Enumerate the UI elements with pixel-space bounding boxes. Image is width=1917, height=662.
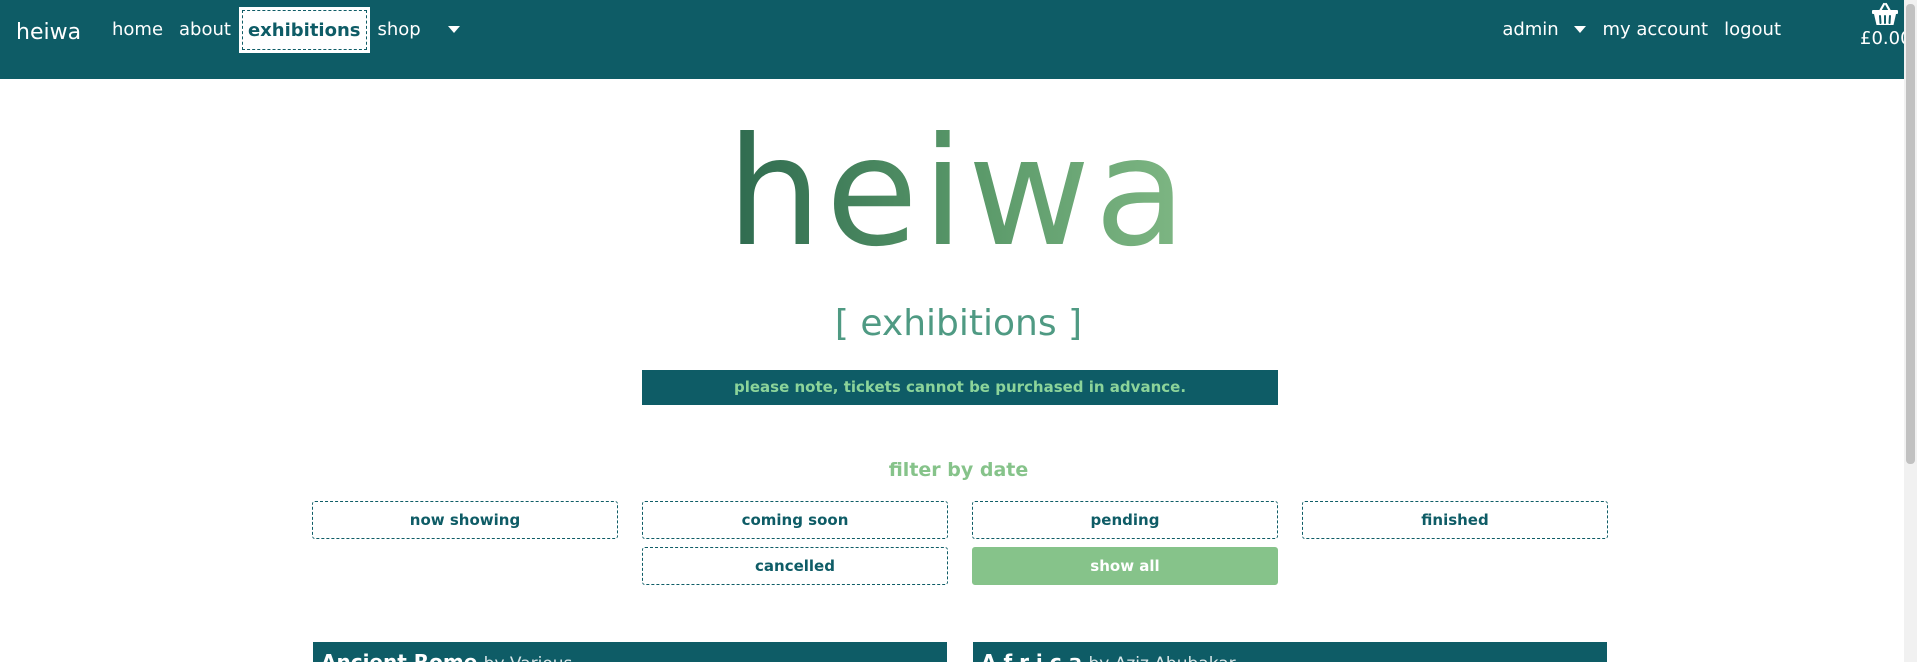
nav-link-logout[interactable]: logout <box>1716 0 1789 60</box>
exhibition-card-header[interactable]: A f r i c a by Aziz Abubakar <box>973 642 1607 662</box>
exhibition-card-header[interactable]: Ancient Rome by Various <box>313 642 947 662</box>
nav-link-exhibitions[interactable]: exhibitions <box>238 7 370 53</box>
brand-logo-link[interactable]: heiwa <box>16 20 81 45</box>
basket-total: £0.00 <box>1860 28 1912 49</box>
notice-banner: please note, tickets cannot be purchased… <box>642 370 1278 405</box>
exhibition-artist: by Aziz Abubakar <box>1088 654 1235 662</box>
basket-button[interactable]: £0.00 <box>1860 2 1912 49</box>
chevron-down-icon <box>1574 26 1587 33</box>
hero-logo: heiwa <box>0 118 1917 268</box>
nav-link-my-account[interactable]: my account <box>1594 0 1716 60</box>
hero-logo-text: heiwa <box>726 106 1191 280</box>
scrollbar-thumb[interactable] <box>1906 4 1915 464</box>
filter-show-all-button[interactable]: show all <box>972 547 1278 585</box>
filter-finished-button[interactable]: finished <box>1302 501 1608 539</box>
account-nav: admin my account logout <box>1494 0 1789 60</box>
exhibition-artist: by Various <box>484 654 573 662</box>
basket-icon <box>1872 2 1898 25</box>
nav-link-about[interactable]: about <box>171 0 239 60</box>
top-navbar: heiwa home about exhibitions shop admin … <box>0 0 1917 79</box>
filter-cancelled-button[interactable]: cancelled <box>642 547 948 585</box>
filter-label: filter by date <box>888 459 1029 481</box>
filter-now-showing-button[interactable]: now showing <box>312 501 618 539</box>
main-nav: home about exhibitions shop <box>104 0 468 60</box>
nav-link-home[interactable]: home <box>104 0 171 60</box>
nav-link-admin-label: admin <box>1502 19 1559 40</box>
filter-coming-soon-button[interactable]: coming soon <box>642 501 948 539</box>
nav-link-shop-label: shop <box>377 19 421 40</box>
page-scrollbar[interactable] <box>1904 0 1917 662</box>
nav-link-shop[interactable]: shop <box>370 0 469 60</box>
filter-pending-button[interactable]: pending <box>972 501 1278 539</box>
exhibition-title: Ancient Rome <box>321 650 478 662</box>
nav-link-admin[interactable]: admin <box>1494 0 1594 60</box>
page-title: [ exhibitions ] <box>834 303 1083 344</box>
exhibition-title: A f r i c a <box>981 650 1083 662</box>
chevron-down-icon[interactable] <box>448 26 461 33</box>
